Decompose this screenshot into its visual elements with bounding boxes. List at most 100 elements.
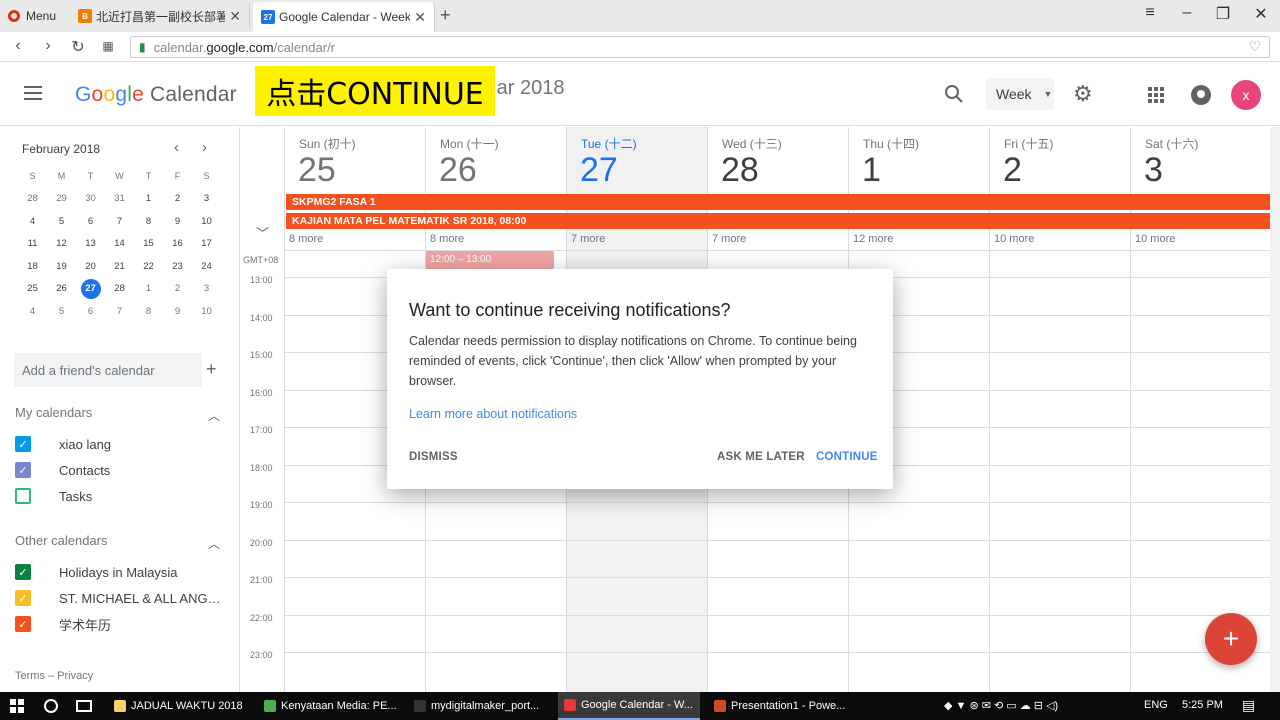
- mini-day[interactable]: 17: [192, 238, 221, 249]
- mini-day[interactable]: 29: [47, 193, 76, 204]
- mini-day[interactable]: 1: [134, 283, 163, 294]
- windows-start-icon[interactable]: [10, 699, 24, 713]
- taskbar-app[interactable]: JADUAL WAKTU 2018: [108, 692, 250, 720]
- mini-day[interactable]: 8: [134, 306, 163, 317]
- calendar-list-item[interactable]: ✓ Holidays in Malaysia: [15, 562, 235, 582]
- browser-tab[interactable]: B 北近打昌第一副校长部署 ✕: [70, 4, 250, 28]
- mini-day[interactable]: 18: [18, 261, 47, 272]
- mini-day[interactable]: 6: [76, 216, 105, 227]
- mini-day[interactable]: 15: [134, 238, 163, 249]
- mini-day[interactable]: 26: [47, 283, 76, 294]
- mini-day[interactable]: 3: [192, 193, 221, 204]
- close-window-button[interactable]: ✕: [1246, 4, 1276, 24]
- more-events-link[interactable]: 8 more: [430, 233, 464, 245]
- mini-day[interactable]: 19: [47, 261, 76, 272]
- day-header[interactable]: Sat (十六) 3: [1130, 127, 1271, 195]
- mini-day[interactable]: 28: [105, 283, 134, 294]
- day-header[interactable]: Fri (十五) 2: [989, 127, 1130, 195]
- new-tab-button[interactable]: +: [440, 5, 451, 26]
- scrollbar[interactable]: [1270, 127, 1280, 692]
- calendar-list-item[interactable]: ✓ 学术年历: [15, 614, 235, 634]
- mini-day[interactable]: 12: [47, 238, 76, 249]
- checkbox[interactable]: [15, 488, 31, 504]
- mini-day[interactable]: 3: [192, 283, 221, 294]
- mini-day[interactable]: 14: [105, 238, 134, 249]
- more-events-link[interactable]: 10 more: [1135, 233, 1175, 245]
- search-icon[interactable]: [944, 84, 964, 104]
- mini-day[interactable]: 10: [192, 306, 221, 317]
- add-friend-calendar-input[interactable]: Add a friend's calendar: [14, 353, 202, 387]
- mini-day[interactable]: 13: [76, 238, 105, 249]
- tab-list-icon[interactable]: ≡: [1135, 4, 1165, 22]
- language-indicator[interactable]: ENG: [1144, 699, 1168, 711]
- mini-day[interactable]: 28: [18, 193, 47, 204]
- mini-day[interactable]: 2: [163, 193, 192, 204]
- mini-day[interactable]: 6: [76, 306, 105, 317]
- day-header[interactable]: Thu (十四) 1: [848, 127, 989, 195]
- mini-day[interactable]: 8: [134, 216, 163, 227]
- browser-menu-button[interactable]: Menu: [8, 5, 56, 27]
- taskbar-app[interactable]: Kenyataan Media: PE...: [258, 692, 400, 720]
- forward-button[interactable]: ›: [38, 37, 58, 55]
- mini-day[interactable]: 7: [105, 306, 134, 317]
- google-calendar-logo[interactable]: Google Calendar: [75, 83, 237, 107]
- view-select[interactable]: Week ▼: [986, 78, 1054, 110]
- mini-day[interactable]: 25: [18, 283, 47, 294]
- browser-tab-active[interactable]: 27 Google Calendar - Week o ✕: [253, 2, 435, 32]
- mini-day[interactable]: 21: [105, 261, 134, 272]
- mini-day[interactable]: 24: [192, 261, 221, 272]
- checkbox[interactable]: ✓: [15, 462, 31, 478]
- day-header[interactable]: Wed (十三) 28: [707, 127, 848, 195]
- mini-day[interactable]: 30: [76, 193, 105, 204]
- apps-grid-icon[interactable]: [1148, 87, 1164, 103]
- mini-day[interactable]: 5: [47, 306, 76, 317]
- mini-next-month-icon[interactable]: ›: [202, 139, 207, 156]
- speed-dial-icon[interactable]: ▦: [98, 39, 118, 53]
- mini-day[interactable]: 31: [105, 193, 134, 204]
- mini-day[interactable]: 9: [163, 216, 192, 227]
- back-button[interactable]: ‹: [8, 37, 28, 55]
- chevron-up-icon[interactable]: ︿: [208, 407, 220, 424]
- reload-button[interactable]: ↻: [68, 37, 88, 57]
- taskbar-app[interactable]: Google Calendar - W...: [558, 692, 700, 720]
- mini-day[interactable]: 10: [192, 216, 221, 227]
- mini-day[interactable]: 20: [76, 261, 105, 272]
- checkbox[interactable]: ✓: [15, 616, 31, 632]
- learn-more-link[interactable]: Learn more about notifications: [409, 407, 577, 421]
- mini-day[interactable]: 16: [163, 238, 192, 249]
- more-events-link[interactable]: 12 more: [853, 233, 893, 245]
- day-header[interactable]: Tue (十二) 27: [566, 127, 707, 195]
- mini-day[interactable]: 22: [134, 261, 163, 272]
- calendar-event[interactable]: 12:00 – 13:00: [426, 251, 554, 269]
- notifications-icon[interactable]: [1191, 85, 1211, 105]
- action-center-icon[interactable]: ▤: [1242, 697, 1255, 714]
- checkbox[interactable]: ✓: [15, 590, 31, 606]
- restore-button[interactable]: ❐: [1208, 4, 1238, 24]
- minimize-button[interactable]: –: [1172, 4, 1202, 22]
- more-events-link[interactable]: 10 more: [994, 233, 1034, 245]
- task-view-icon[interactable]: [76, 700, 92, 712]
- create-event-button[interactable]: +: [1205, 613, 1257, 665]
- allday-event[interactable]: SKPMG2 FASA 1: [286, 194, 1270, 210]
- avatar[interactable]: x: [1231, 80, 1261, 110]
- close-tab-icon[interactable]: ✕: [229, 8, 241, 25]
- other-calendars-title[interactable]: Other calendars: [15, 533, 108, 548]
- mini-day[interactable]: 1: [134, 193, 163, 204]
- more-events-link[interactable]: 8 more: [289, 233, 323, 245]
- more-events-link[interactable]: 7 more: [712, 233, 746, 245]
- calendar-list-item[interactable]: Tasks: [15, 486, 235, 506]
- add-calendar-plus-icon[interactable]: +: [206, 359, 217, 380]
- chevron-up-icon[interactable]: ︿: [208, 535, 220, 552]
- ask-me-later-button[interactable]: ASK ME LATER: [717, 451, 805, 463]
- allday-event[interactable]: KAJIAN MATA PEL MATEMATIK SR 2018, 08:00: [286, 213, 1270, 229]
- mini-day[interactable]: 11: [18, 238, 47, 249]
- mini-day[interactable]: 2: [163, 283, 192, 294]
- bookmark-heart-icon[interactable]: ♡: [1248, 38, 1261, 55]
- search-circle-icon[interactable]: [44, 699, 58, 713]
- taskbar-app[interactable]: Presentation1 - Powe...: [708, 692, 850, 720]
- more-events-link[interactable]: 7 more: [571, 233, 605, 245]
- calendar-list-item[interactable]: ✓ xiao lang: [15, 434, 235, 454]
- checkbox[interactable]: ✓: [15, 564, 31, 580]
- calendar-list-item[interactable]: ✓ ST. MICHAEL & ALL ANGELS: [15, 588, 235, 608]
- mini-day[interactable]: 7: [105, 216, 134, 227]
